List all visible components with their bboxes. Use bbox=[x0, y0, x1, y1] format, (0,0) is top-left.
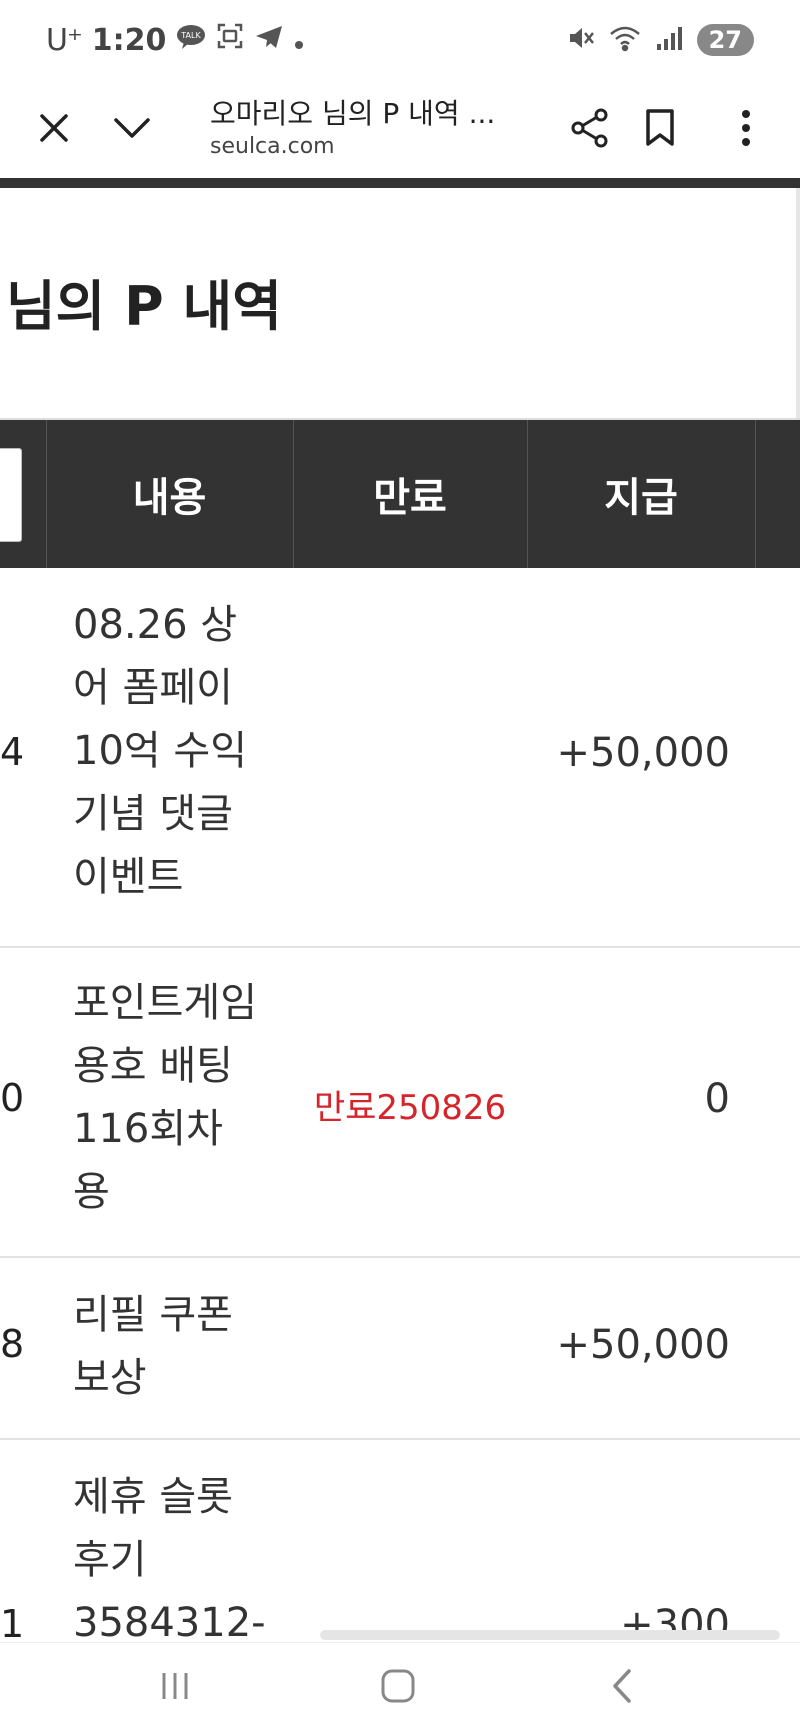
carrier-label: U⁺ bbox=[46, 22, 83, 58]
content-line: 용호 배팅 bbox=[73, 1043, 233, 1089]
more-vertical-icon bbox=[741, 109, 751, 151]
status-bar: U⁺ 1:20 TALK 27 bbox=[0, 0, 800, 80]
header-expire: 만료 bbox=[373, 475, 447, 521]
content-line: 제휴 슬롯 bbox=[73, 1474, 233, 1520]
content-line: 리필 쿠폰 bbox=[73, 1292, 233, 1338]
telegram-icon bbox=[254, 23, 284, 58]
mute-icon bbox=[567, 24, 595, 56]
header-content: 내용 bbox=[132, 475, 207, 521]
content-line: 용 bbox=[73, 1169, 110, 1215]
page-title: 님의 P 내역 bbox=[6, 275, 282, 338]
row-content: 08.26 상 어 폼페이 10억 수익 기념 댓글 이벤트 bbox=[73, 594, 273, 909]
content-line: 보상 bbox=[73, 1355, 147, 1401]
screenshot-icon bbox=[216, 22, 244, 58]
content-line: 포인트게임 bbox=[73, 980, 257, 1026]
home-icon bbox=[379, 1667, 417, 1709]
close-icon bbox=[37, 111, 71, 149]
dot-icon bbox=[294, 23, 304, 58]
back-icon bbox=[607, 1667, 637, 1709]
page-edge bbox=[796, 188, 800, 418]
row-left-cell: 0 bbox=[0, 1076, 25, 1120]
table-row: 4 08.26 상 어 폼페이 10억 수익 기념 댓글 이벤트 +50,000 bbox=[0, 570, 800, 948]
status-right: 27 bbox=[567, 18, 754, 62]
header-separator bbox=[755, 420, 756, 568]
system-nav-bar bbox=[0, 1642, 800, 1735]
share-button[interactable] bbox=[560, 100, 620, 160]
page-tab-title[interactable]: 오마리오 님의 P 내역 ... bbox=[210, 92, 495, 132]
more-options-button[interactable] bbox=[716, 100, 776, 160]
signal-icon bbox=[655, 24, 683, 56]
chevron-down-icon bbox=[112, 115, 152, 145]
share-icon bbox=[570, 108, 610, 152]
row-pay: +50,000 bbox=[556, 1322, 730, 1368]
battery-indicator: 27 bbox=[696, 24, 754, 56]
wifi-icon bbox=[609, 24, 641, 56]
back-button[interactable] bbox=[582, 1653, 662, 1723]
row-content: 리필 쿠폰 보상 bbox=[73, 1284, 273, 1410]
table-row: 1 제휴 슬롯 후기 3584312- +300 bbox=[0, 1440, 800, 1640]
content-line: 이벤트 bbox=[73, 854, 184, 900]
row-pay: +50,000 bbox=[556, 730, 730, 776]
bookmark-icon bbox=[644, 108, 676, 152]
close-tab-button[interactable] bbox=[24, 100, 84, 160]
url-domain[interactable]: seulca.com bbox=[210, 134, 335, 159]
home-button[interactable] bbox=[358, 1653, 438, 1723]
content-line: 후기 bbox=[73, 1537, 147, 1583]
svg-text:TALK: TALK bbox=[181, 31, 202, 40]
clock: 1:20 bbox=[91, 22, 167, 58]
row-left-cell: 4 bbox=[0, 730, 25, 774]
status-left: U⁺ 1:20 TALK bbox=[46, 18, 304, 62]
content-line: 기념 댓글 bbox=[73, 791, 233, 837]
select-all-checkbox[interactable] bbox=[0, 448, 22, 542]
table-row: 0 포인트게임 용호 배팅 116회차 용 만료250826 0 bbox=[0, 948, 800, 1258]
minimize-button[interactable] bbox=[102, 100, 162, 160]
content-line: 08.26 상 bbox=[73, 602, 238, 648]
row-left-cell: 8 bbox=[0, 1322, 25, 1366]
talk-icon: TALK bbox=[176, 23, 206, 58]
content-line: 어 폼페이 bbox=[73, 665, 233, 711]
header-pay: 지급 bbox=[604, 475, 678, 521]
content-line: 10억 수익 bbox=[73, 728, 248, 774]
row-left-cell: 1 bbox=[0, 1602, 25, 1640]
bookmark-button[interactable] bbox=[630, 100, 690, 160]
row-content: 제휴 슬롯 후기 3584312- bbox=[73, 1466, 273, 1640]
row-expire: 만료250826 bbox=[313, 1088, 507, 1128]
toolbar-divider bbox=[0, 178, 800, 188]
row-pay: 0 bbox=[704, 1076, 730, 1122]
row-content: 포인트게임 용호 배팅 116회차 용 bbox=[73, 972, 273, 1224]
horizontal-scrollbar[interactable] bbox=[320, 1630, 780, 1640]
table-row: 8 리필 쿠폰 보상 +50,000 bbox=[0, 1258, 800, 1440]
content-line: 116회차 bbox=[73, 1106, 223, 1152]
content-line: 3584312- bbox=[73, 1600, 266, 1640]
recents-icon bbox=[158, 1669, 192, 1707]
browser-toolbar: 오마리오 님의 P 내역 ... seulca.com bbox=[0, 80, 800, 178]
recent-apps-button[interactable] bbox=[135, 1653, 215, 1723]
